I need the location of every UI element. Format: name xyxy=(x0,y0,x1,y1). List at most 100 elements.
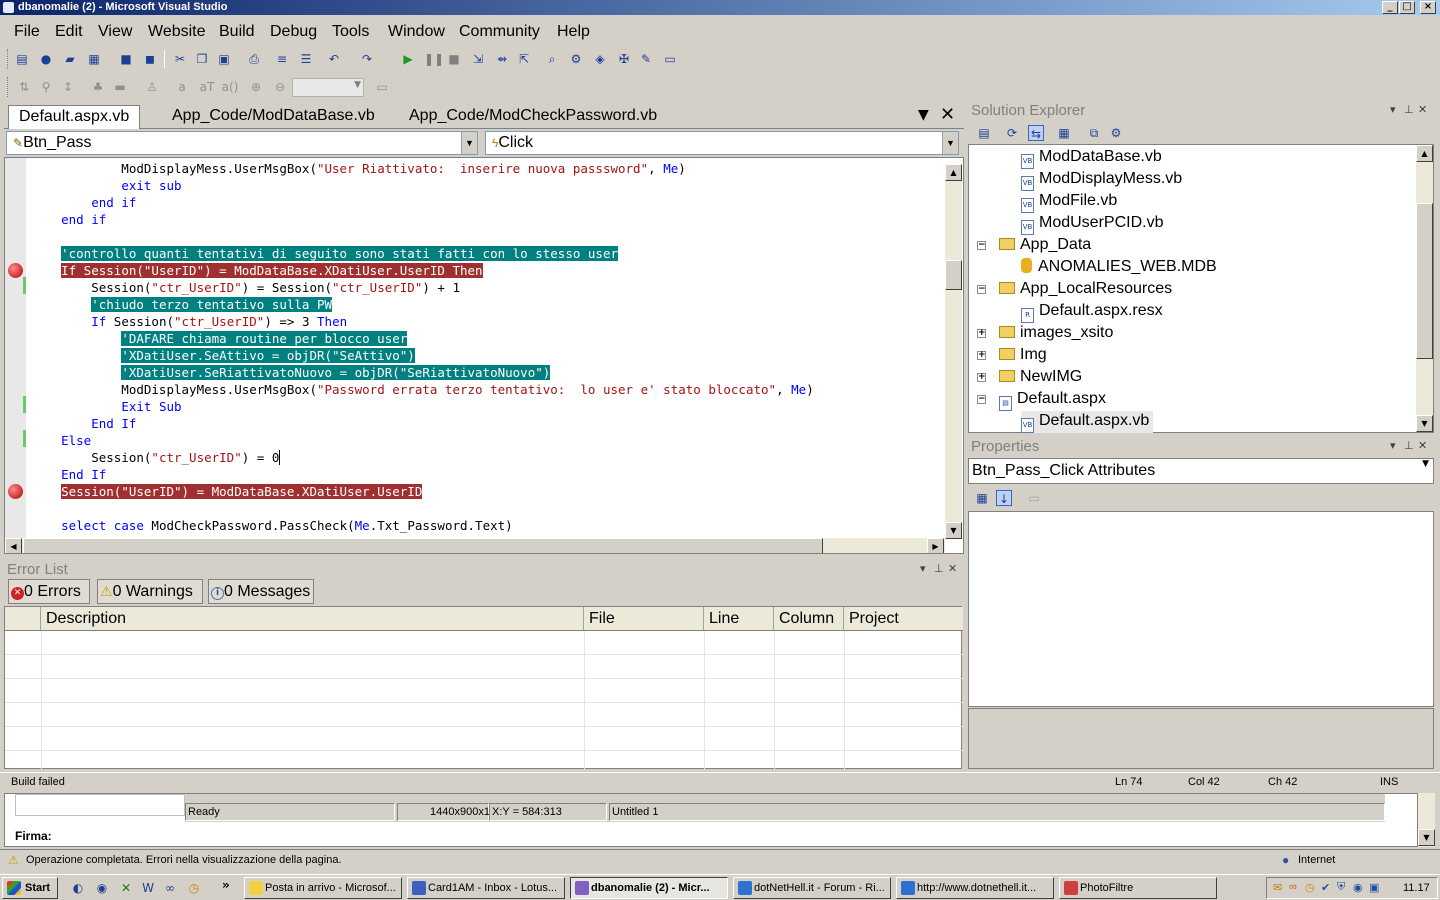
tree-item-anomalies-mdb[interactable]: ANOMALIES_WEB.MDB xyxy=(1021,257,1217,277)
clock-tray-icon[interactable]: ◷ xyxy=(1305,881,1315,894)
monitor-tray-icon[interactable]: ▣ xyxy=(1369,881,1379,894)
scroll-down-icon[interactable]: ▼ xyxy=(1416,415,1433,432)
font-size-icon[interactable]: aT xyxy=(196,79,218,95)
scroll-up-icon[interactable]: ▲ xyxy=(945,164,962,181)
property-pages-icon[interactable]: ▭ xyxy=(1026,490,1042,506)
close-button[interactable]: × xyxy=(1420,1,1436,14)
save-all-icon[interactable]: ◼ xyxy=(142,51,158,67)
chevron-down-icon[interactable]: ▼ xyxy=(942,132,958,154)
add-item-icon[interactable]: ● xyxy=(38,51,54,67)
browser-scrollbar[interactable]: ▼ xyxy=(1418,793,1435,847)
shield-tray-icon[interactable]: ⛨ xyxy=(1337,881,1345,894)
start-page-icon[interactable]: ✎ xyxy=(638,51,654,67)
solution-tree[interactable]: VB ModDataBase.vb VB ModDisplayMess.vb VB M… xyxy=(968,144,1434,433)
menu-tools[interactable]: Tools xyxy=(332,23,369,41)
refresh-icon[interactable]: ⟳ xyxy=(1004,125,1020,141)
method-combo[interactable]: ϟClick ▼ xyxy=(485,131,959,155)
quicklaunch-browser-icon[interactable]: ◉ xyxy=(94,880,110,896)
taskbar-item-photofiltre[interactable]: PhotoFiltre xyxy=(1059,877,1217,899)
alphabetical-icon[interactable]: ↓ xyxy=(996,490,1012,506)
zoom-in-icon[interactable]: ⊕ xyxy=(248,79,264,95)
column-header-line[interactable]: Line xyxy=(704,607,774,631)
menu-build[interactable]: Build xyxy=(219,23,255,41)
editor-vertical-scrollbar[interactable]: ▲ ▼ xyxy=(945,164,962,539)
scroll-up-icon[interactable]: ▲ xyxy=(1416,145,1433,162)
tab-list-dropdown-icon[interactable]: ▼ xyxy=(918,107,929,123)
tree-item-moduserpcid[interactable]: VB ModUserPCID.vb xyxy=(1021,213,1163,235)
menu-community[interactable]: Community xyxy=(459,23,540,41)
scroll-thumb[interactable] xyxy=(1416,203,1433,359)
chevron-down-icon[interactable]: ▼ xyxy=(1422,459,1429,469)
close-icon[interactable]: ✕ xyxy=(1418,103,1427,116)
lock-icon[interactable]: ♙ xyxy=(144,79,160,95)
scroll-down-icon[interactable]: ▼ xyxy=(1418,829,1435,846)
categorize-icon[interactable]: ⚲ xyxy=(38,79,54,95)
undo-icon[interactable]: ↶ xyxy=(326,51,342,67)
stop-icon[interactable]: ■ xyxy=(446,51,462,67)
copy-icon[interactable]: ❐ xyxy=(194,51,210,67)
zoom-combo[interactable]: ▼ xyxy=(292,78,364,97)
messages-filter-button[interactable]: i0 Messages xyxy=(208,579,314,604)
scroll-thumb[interactable] xyxy=(945,260,962,290)
toolbar-grip[interactable] xyxy=(7,49,10,69)
pin-icon[interactable]: ⊥ xyxy=(1404,439,1414,452)
scroll-down-icon[interactable]: ▼ xyxy=(945,522,962,539)
save-icon[interactable]: ■ xyxy=(118,51,134,67)
editor-horizontal-scrollbar[interactable]: ◀ ▶ xyxy=(5,538,945,553)
nest-related-files-icon[interactable]: ⇆ xyxy=(1028,125,1044,141)
tree-item-img[interactable]: Img xyxy=(999,345,1047,365)
tree-item-images-xsito[interactable]: images_xsito xyxy=(999,323,1113,343)
alphabetical-icon[interactable]: ↕ xyxy=(60,79,76,95)
quicklaunch-word-icon[interactable]: W xyxy=(140,880,156,896)
comment-icon[interactable]: ≡ xyxy=(274,51,290,67)
tab-modcheckpassword[interactable]: App_Code/ModCheckPassword.vb xyxy=(399,105,667,129)
categorized-icon[interactable]: ▦ xyxy=(974,490,990,506)
sort-icon[interactable]: ⇅ xyxy=(16,79,32,95)
column-header-project[interactable]: Project xyxy=(844,607,963,631)
print-icon[interactable]: ⎙ xyxy=(246,51,262,67)
close-tab-icon[interactable]: ✕ xyxy=(940,104,955,125)
align-icon[interactable]: ▬ xyxy=(112,79,128,95)
zoom-out-icon[interactable]: ⊖ xyxy=(272,79,288,95)
new-project-icon[interactable]: ▤ xyxy=(14,51,30,67)
paste-icon[interactable]: ▣ xyxy=(216,51,232,67)
step-into-icon[interactable]: ⇲ xyxy=(470,51,486,67)
expand-icon[interactable]: + xyxy=(977,329,986,338)
quicklaunch-visual-studio-icon[interactable]: ∞ xyxy=(162,880,178,896)
menu-debug[interactable]: Debug xyxy=(270,23,317,41)
collapse-icon[interactable]: − xyxy=(977,285,986,294)
tab-default-aspx-vb[interactable]: Default.aspx.vb xyxy=(8,105,141,129)
font-format-icon[interactable]: a() xyxy=(220,79,240,95)
open-file-icon[interactable]: ▰ xyxy=(62,51,78,67)
security-tray-icon[interactable]: ✔ xyxy=(1321,881,1330,894)
tree-item-modfile[interactable]: VB ModFile.vb xyxy=(1021,191,1117,213)
taskbar-item-outlook[interactable]: Posta in arrivo - Microsof... xyxy=(244,877,402,899)
menu-help[interactable]: Help xyxy=(557,23,590,41)
column-header-icon[interactable] xyxy=(5,607,41,631)
taskbar-item-dotnethell-url[interactable]: http://www.dotnethell.it... xyxy=(896,877,1054,899)
redo-icon[interactable]: ↷ xyxy=(359,51,375,67)
menu-file[interactable]: File xyxy=(14,23,40,41)
menu-website[interactable]: Website xyxy=(148,23,206,41)
start-button[interactable]: Start xyxy=(2,877,58,899)
menu-view[interactable]: View xyxy=(98,23,132,41)
toolbar-grip[interactable] xyxy=(7,77,10,97)
column-header-column[interactable]: Column xyxy=(774,607,844,631)
object-combo[interactable]: ✎Btn_Pass ▼ xyxy=(6,131,478,155)
column-header-description[interactable]: Description xyxy=(41,607,584,631)
properties-object-combo[interactable]: Btn_Pass_Click Attributes ▼ xyxy=(968,458,1434,484)
chevron-down-icon[interactable]: ▼ xyxy=(461,132,477,154)
solution-tree-scrollbar[interactable]: ▲ ▼ xyxy=(1416,145,1433,432)
toolbox-icon[interactable]: ✠ xyxy=(616,51,632,67)
uncomment-icon[interactable]: ☰ xyxy=(298,51,314,67)
scroll-right-icon[interactable]: ▶ xyxy=(927,538,944,553)
breakpoint-icon[interactable] xyxy=(8,263,23,278)
network-tray-icon[interactable]: ∞ xyxy=(1289,881,1297,893)
step-out-icon[interactable]: ⇱ xyxy=(516,51,532,67)
error-list-grid[interactable]: Description File Line Column Project xyxy=(4,606,963,770)
tree-item-default-resx[interactable]: R Default.aspx.resx xyxy=(1021,301,1163,323)
group-icon[interactable]: ♣ xyxy=(90,79,106,95)
pin-dropdown-icon[interactable]: ▾ xyxy=(1390,439,1396,452)
expand-icon[interactable]: + xyxy=(977,373,986,382)
minimize-button[interactable]: _ xyxy=(1382,1,1398,14)
